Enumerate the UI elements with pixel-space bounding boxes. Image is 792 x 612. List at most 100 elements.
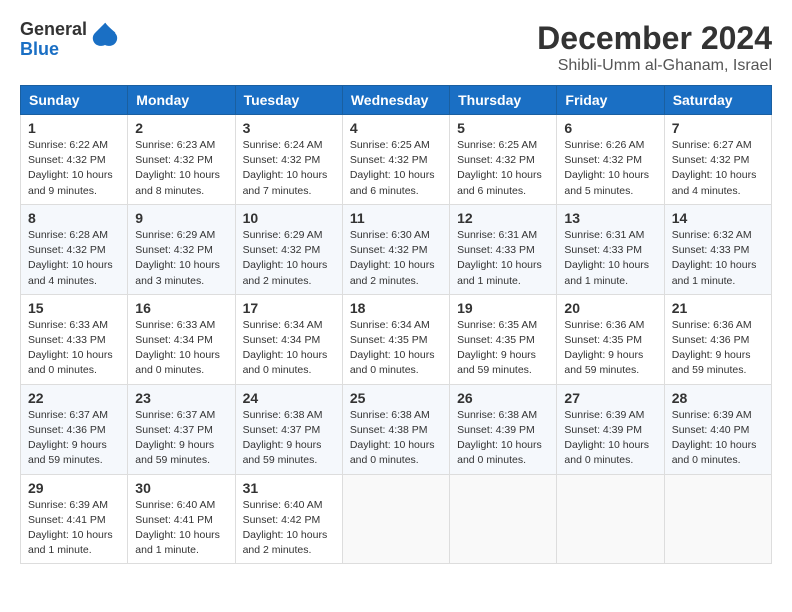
day-number: 4 [350,120,442,136]
day-info: Sunrise: 6:38 AMSunset: 4:39 PMDaylight:… [457,408,549,469]
day-info: Sunrise: 6:37 AMSunset: 4:36 PMDaylight:… [28,408,120,469]
calendar-day-cell: 25 Sunrise: 6:38 AMSunset: 4:38 PMDaylig… [342,384,449,474]
weekday-header: Wednesday [342,86,449,115]
logo-bird-icon [91,21,119,59]
day-info: Sunrise: 6:27 AMSunset: 4:32 PMDaylight:… [672,138,764,199]
day-number: 8 [28,210,120,226]
day-info: Sunrise: 6:38 AMSunset: 4:38 PMDaylight:… [350,408,442,469]
day-number: 31 [243,480,335,496]
calendar-day-cell: 4 Sunrise: 6:25 AMSunset: 4:32 PMDayligh… [342,115,449,205]
day-info: Sunrise: 6:37 AMSunset: 4:37 PMDaylight:… [135,408,227,469]
day-number: 12 [457,210,549,226]
day-number: 15 [28,300,120,316]
day-number: 24 [243,390,335,406]
calendar-day-cell: 23 Sunrise: 6:37 AMSunset: 4:37 PMDaylig… [128,384,235,474]
logo-blue-text: Blue [20,40,87,60]
day-number: 28 [672,390,764,406]
day-info: Sunrise: 6:36 AMSunset: 4:35 PMDaylight:… [564,318,656,379]
calendar-day-cell: 29 Sunrise: 6:39 AMSunset: 4:41 PMDaylig… [21,474,128,564]
calendar-day-cell: 18 Sunrise: 6:34 AMSunset: 4:35 PMDaylig… [342,294,449,384]
day-number: 29 [28,480,120,496]
day-number: 20 [564,300,656,316]
day-number: 19 [457,300,549,316]
day-info: Sunrise: 6:34 AMSunset: 4:34 PMDaylight:… [243,318,335,379]
day-info: Sunrise: 6:39 AMSunset: 4:39 PMDaylight:… [564,408,656,469]
calendar-day-cell: 8 Sunrise: 6:28 AMSunset: 4:32 PMDayligh… [21,204,128,294]
day-number: 21 [672,300,764,316]
day-number: 6 [564,120,656,136]
day-number: 5 [457,120,549,136]
day-number: 26 [457,390,549,406]
calendar-day-cell: 30 Sunrise: 6:40 AMSunset: 4:41 PMDaylig… [128,474,235,564]
calendar-day-cell: 1 Sunrise: 6:22 AMSunset: 4:32 PMDayligh… [21,115,128,205]
day-info: Sunrise: 6:25 AMSunset: 4:32 PMDaylight:… [457,138,549,199]
calendar-table: SundayMondayTuesdayWednesdayThursdayFrid… [20,85,772,564]
weekday-header: Tuesday [235,86,342,115]
calendar-day-cell: 13 Sunrise: 6:31 AMSunset: 4:33 PMDaylig… [557,204,664,294]
day-number: 18 [350,300,442,316]
calendar-day-cell [450,474,557,564]
day-number: 13 [564,210,656,226]
weekday-header: Thursday [450,86,557,115]
day-info: Sunrise: 6:39 AMSunset: 4:40 PMDaylight:… [672,408,764,469]
calendar-week-row: 22 Sunrise: 6:37 AMSunset: 4:36 PMDaylig… [21,384,772,474]
day-number: 1 [28,120,120,136]
day-info: Sunrise: 6:30 AMSunset: 4:32 PMDaylight:… [350,228,442,289]
day-number: 22 [28,390,120,406]
calendar-day-cell: 16 Sunrise: 6:33 AMSunset: 4:34 PMDaylig… [128,294,235,384]
calendar-day-cell: 22 Sunrise: 6:37 AMSunset: 4:36 PMDaylig… [21,384,128,474]
day-number: 11 [350,210,442,226]
calendar-day-cell: 20 Sunrise: 6:36 AMSunset: 4:35 PMDaylig… [557,294,664,384]
calendar-day-cell: 27 Sunrise: 6:39 AMSunset: 4:39 PMDaylig… [557,384,664,474]
calendar-day-cell: 28 Sunrise: 6:39 AMSunset: 4:40 PMDaylig… [664,384,771,474]
calendar-week-row: 29 Sunrise: 6:39 AMSunset: 4:41 PMDaylig… [21,474,772,564]
calendar-day-cell: 15 Sunrise: 6:33 AMSunset: 4:33 PMDaylig… [21,294,128,384]
calendar-day-cell: 10 Sunrise: 6:29 AMSunset: 4:32 PMDaylig… [235,204,342,294]
weekday-header: Saturday [664,86,771,115]
calendar-day-cell [664,474,771,564]
calendar-day-cell: 5 Sunrise: 6:25 AMSunset: 4:32 PMDayligh… [450,115,557,205]
calendar-week-row: 15 Sunrise: 6:33 AMSunset: 4:33 PMDaylig… [21,294,772,384]
calendar-day-cell: 7 Sunrise: 6:27 AMSunset: 4:32 PMDayligh… [664,115,771,205]
day-info: Sunrise: 6:28 AMSunset: 4:32 PMDaylight:… [28,228,120,289]
calendar-day-cell: 17 Sunrise: 6:34 AMSunset: 4:34 PMDaylig… [235,294,342,384]
header: General Blue December 2024 Shibli-Umm al… [20,20,772,75]
day-info: Sunrise: 6:39 AMSunset: 4:41 PMDaylight:… [28,498,120,559]
day-info: Sunrise: 6:33 AMSunset: 4:34 PMDaylight:… [135,318,227,379]
weekday-header: Sunday [21,86,128,115]
day-info: Sunrise: 6:29 AMSunset: 4:32 PMDaylight:… [135,228,227,289]
day-info: Sunrise: 6:36 AMSunset: 4:36 PMDaylight:… [672,318,764,379]
day-number: 9 [135,210,227,226]
day-number: 27 [564,390,656,406]
logo: General Blue [20,20,119,60]
day-number: 7 [672,120,764,136]
calendar-day-cell: 26 Sunrise: 6:38 AMSunset: 4:39 PMDaylig… [450,384,557,474]
day-info: Sunrise: 6:40 AMSunset: 4:41 PMDaylight:… [135,498,227,559]
day-info: Sunrise: 6:29 AMSunset: 4:32 PMDaylight:… [243,228,335,289]
day-number: 23 [135,390,227,406]
calendar-day-cell: 2 Sunrise: 6:23 AMSunset: 4:32 PMDayligh… [128,115,235,205]
calendar-week-row: 1 Sunrise: 6:22 AMSunset: 4:32 PMDayligh… [21,115,772,205]
calendar-day-cell: 19 Sunrise: 6:35 AMSunset: 4:35 PMDaylig… [450,294,557,384]
main-title: December 2024 [537,20,772,57]
calendar-day-cell: 6 Sunrise: 6:26 AMSunset: 4:32 PMDayligh… [557,115,664,205]
day-number: 2 [135,120,227,136]
calendar-day-cell: 3 Sunrise: 6:24 AMSunset: 4:32 PMDayligh… [235,115,342,205]
calendar-day-cell: 14 Sunrise: 6:32 AMSunset: 4:33 PMDaylig… [664,204,771,294]
day-info: Sunrise: 6:23 AMSunset: 4:32 PMDaylight:… [135,138,227,199]
weekday-header: Friday [557,86,664,115]
calendar-header-row: SundayMondayTuesdayWednesdayThursdayFrid… [21,86,772,115]
day-info: Sunrise: 6:24 AMSunset: 4:32 PMDaylight:… [243,138,335,199]
day-number: 16 [135,300,227,316]
day-number: 17 [243,300,335,316]
calendar-day-cell: 31 Sunrise: 6:40 AMSunset: 4:42 PMDaylig… [235,474,342,564]
title-area: December 2024 Shibli-Umm al-Ghanam, Isra… [537,20,772,75]
day-number: 25 [350,390,442,406]
day-info: Sunrise: 6:31 AMSunset: 4:33 PMDaylight:… [564,228,656,289]
day-info: Sunrise: 6:22 AMSunset: 4:32 PMDaylight:… [28,138,120,199]
day-info: Sunrise: 6:25 AMSunset: 4:32 PMDaylight:… [350,138,442,199]
calendar-day-cell [342,474,449,564]
day-number: 10 [243,210,335,226]
day-number: 14 [672,210,764,226]
day-info: Sunrise: 6:35 AMSunset: 4:35 PMDaylight:… [457,318,549,379]
